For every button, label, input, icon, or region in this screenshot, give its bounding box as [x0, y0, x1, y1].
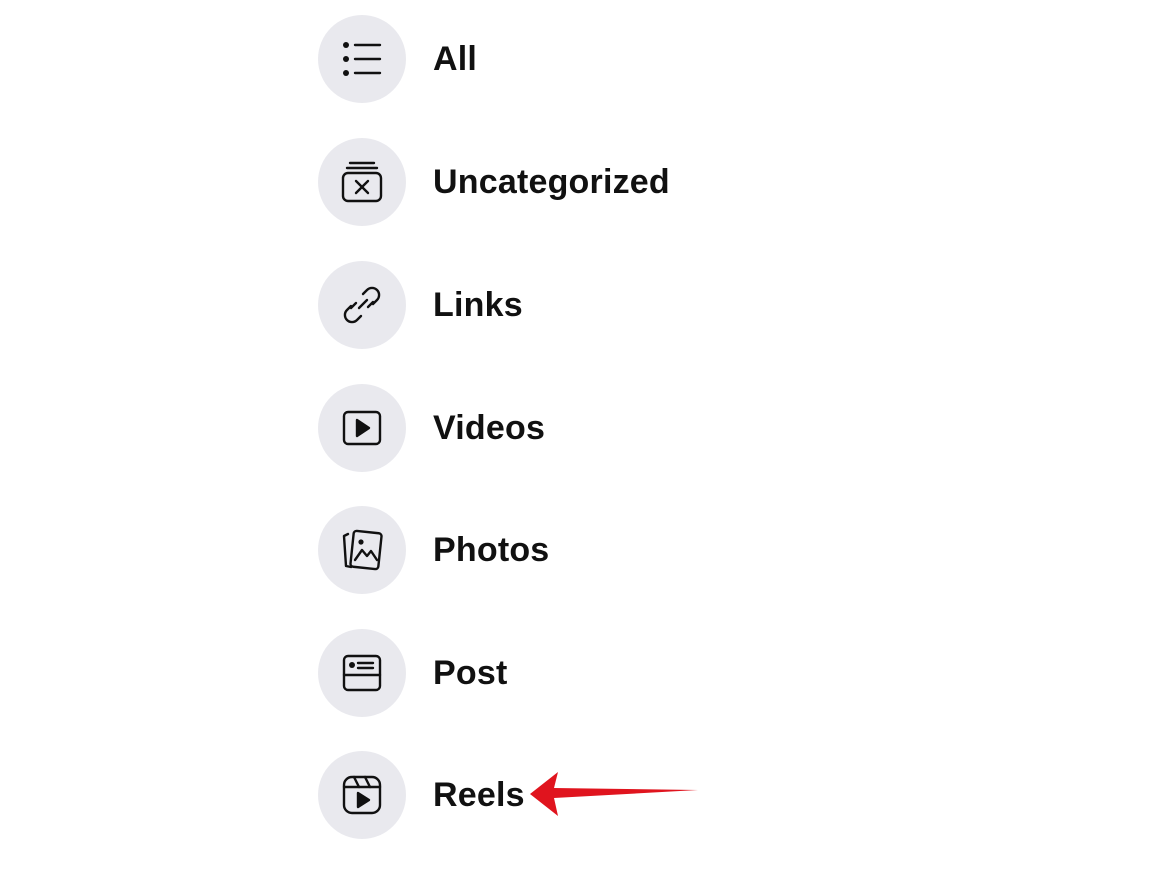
menu-item-label: Links [433, 285, 523, 324]
menu-item-label: Post [433, 653, 508, 692]
menu-item-label: Uncategorized [433, 162, 670, 201]
uncategorized-icon [318, 138, 406, 226]
menu-item-all[interactable]: All [318, 14, 477, 104]
menu-item-label: Photos [433, 530, 550, 569]
reels-icon [318, 751, 406, 839]
menu-item-post[interactable]: Post [318, 628, 507, 718]
menu-item-reels[interactable]: Reels [318, 750, 525, 840]
menu-item-label: Videos [433, 408, 546, 447]
annotation-arrow [530, 772, 698, 816]
post-icon [318, 629, 406, 717]
menu-item-links[interactable]: Links [318, 260, 523, 350]
photos-icon [318, 506, 406, 594]
menu-item-label: All [433, 39, 478, 78]
menu-item-videos[interactable]: Videos [318, 383, 545, 473]
list-icon [318, 15, 406, 103]
menu-item-uncategorized[interactable]: Uncategorized [318, 137, 670, 227]
menu-item-photos[interactable]: Photos [318, 505, 549, 595]
video-play-icon [318, 384, 406, 472]
menu-item-label: Reels [433, 775, 525, 814]
link-icon [318, 261, 406, 349]
